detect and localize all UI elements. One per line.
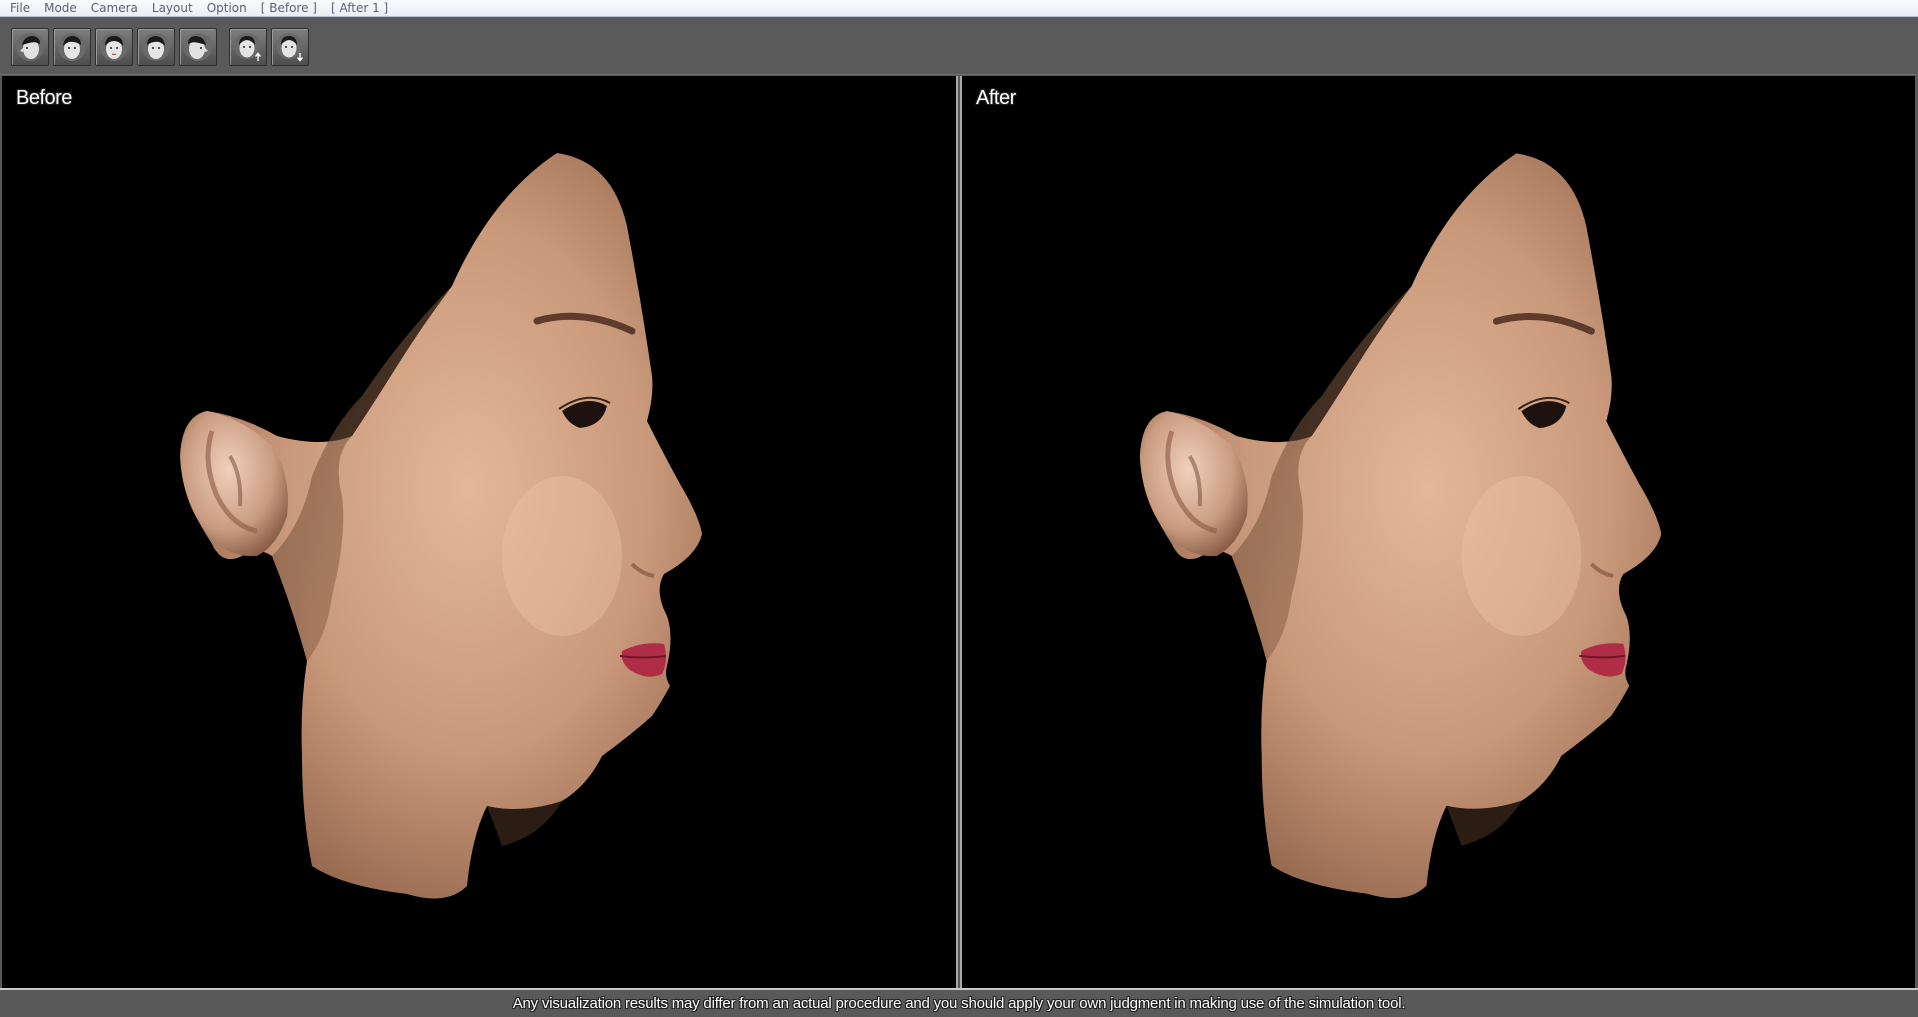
face-left-quarter-icon — [58, 33, 86, 61]
face-model-before — [180, 153, 702, 899]
view-right-quarter-button[interactable] — [137, 28, 175, 66]
status-bar: Any visualization results may differ fro… — [0, 990, 1918, 1017]
menu-camera[interactable]: Camera — [91, 0, 138, 17]
menu-mode[interactable]: Mode — [44, 0, 77, 17]
view-right-profile-button[interactable] — [179, 28, 217, 66]
face-tilt-down-icon — [276, 33, 304, 62]
view-left-quarter-button[interactable] — [53, 28, 91, 66]
menu-bar: File Mode Camera Layout Option [ Before … — [0, 0, 1918, 17]
face-right-quarter-icon — [142, 33, 170, 61]
face-right-profile-icon — [184, 33, 212, 61]
view-tilt-down-button[interactable] — [271, 28, 309, 66]
menu-option[interactable]: Option — [207, 0, 247, 17]
face-left-profile-icon — [16, 33, 44, 61]
face-tilt-up-icon — [234, 33, 262, 61]
face-model-after — [1139, 153, 1662, 899]
view-front-button[interactable] — [95, 28, 133, 66]
after-viewport[interactable]: After — [960, 76, 1915, 988]
after-viewport-label: After — [976, 87, 1016, 109]
app-window: File Mode Camera Layout Option [ Before … — [0, 0, 1918, 1017]
menu-before[interactable]: [ Before ] — [261, 0, 317, 17]
before-viewport[interactable]: Before — [2, 76, 958, 988]
before-viewport-label: Before — [16, 87, 72, 109]
menu-file[interactable]: File — [10, 0, 30, 17]
face-front-icon — [100, 33, 128, 61]
view-left-profile-button[interactable] — [11, 28, 49, 66]
menu-layout[interactable]: Layout — [152, 0, 193, 17]
menu-after-1[interactable]: [ After 1 ] — [331, 0, 388, 17]
view-tilt-up-button[interactable] — [229, 28, 267, 66]
disclaimer-text: Any visualization results may differ fro… — [512, 995, 1406, 1012]
toolbar — [0, 17, 1918, 75]
